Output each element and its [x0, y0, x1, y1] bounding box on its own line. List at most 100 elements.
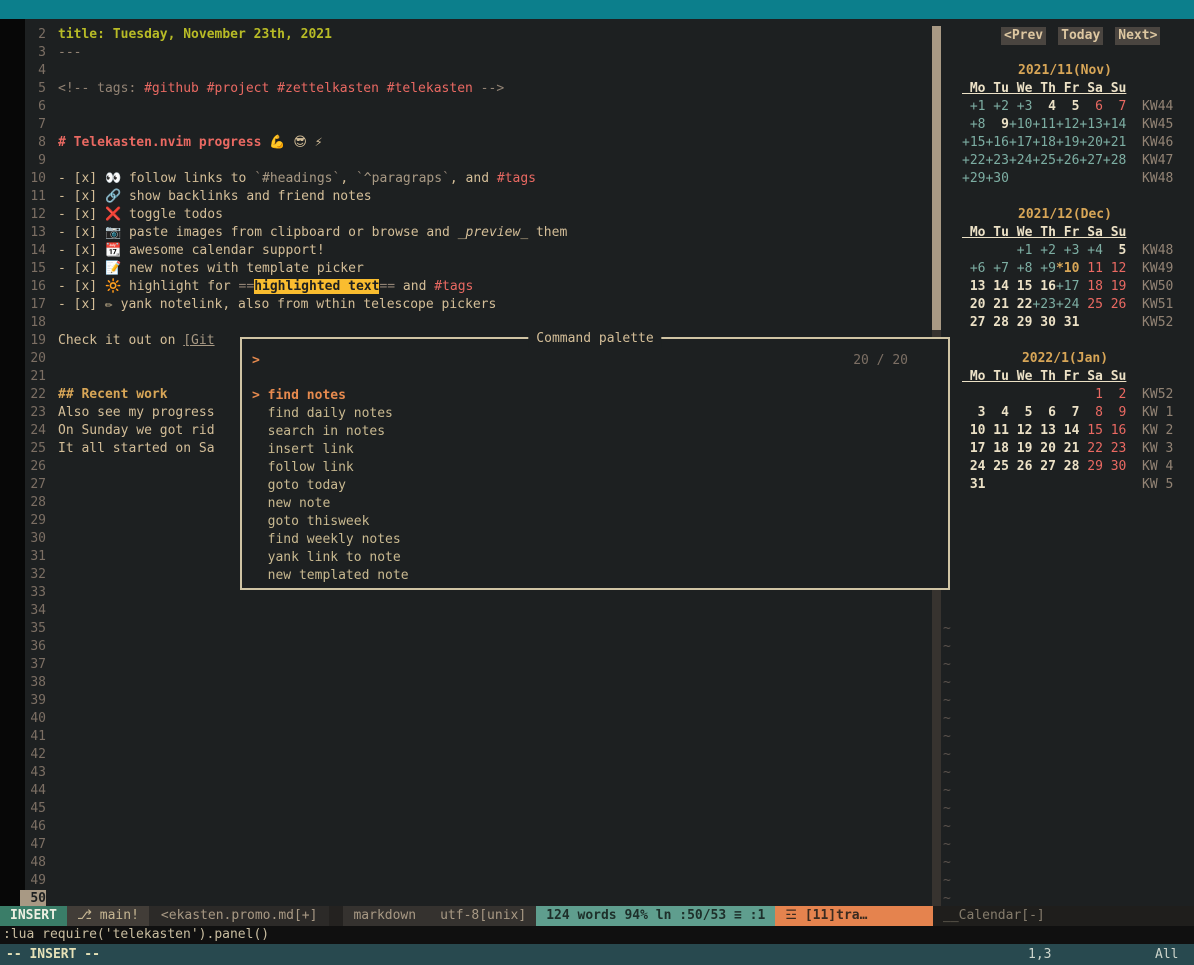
calendar-day[interactable]: 20: [962, 297, 985, 312]
calendar-day[interactable]: 26: [1103, 297, 1126, 312]
calendar-day[interactable]: 23: [1103, 441, 1126, 456]
calendar-day[interactable]: 25: [985, 459, 1008, 474]
calendar-day[interactable]: +10: [1009, 117, 1032, 132]
calendar-day[interactable]: 16: [1103, 423, 1126, 438]
editor-line[interactable]: ---: [58, 44, 81, 62]
calendar-day[interactable]: +8: [1009, 261, 1032, 276]
calendar-day[interactable]: 21: [1056, 441, 1079, 456]
calendar-prev-button[interactable]: <Prev: [1001, 27, 1046, 45]
calendar-day[interactable]: 25: [1079, 297, 1102, 312]
calendar-day[interactable]: 22: [1009, 297, 1032, 312]
editor-line[interactable]: On Sunday we got rid: [58, 422, 215, 440]
palette-item[interactable]: insert link: [252, 441, 938, 459]
calendar-day[interactable]: +12: [1056, 117, 1079, 132]
calendar-day[interactable]: 9: [1103, 405, 1126, 420]
calendar-day[interactable]: 4: [1032, 99, 1055, 114]
calendar-day[interactable]: 4: [985, 405, 1008, 420]
calendar-day[interactable]: +16: [985, 135, 1008, 150]
calendar-day[interactable]: +3: [1056, 243, 1079, 258]
palette-item[interactable]: follow link: [252, 459, 938, 477]
calendar-day[interactable]: 7: [1103, 99, 1126, 114]
calendar-day[interactable]: 1: [1079, 387, 1102, 402]
calendar-day[interactable]: +1: [1009, 243, 1032, 258]
calendar-day[interactable]: 19: [1103, 279, 1126, 294]
calendar-day[interactable]: 28: [985, 315, 1008, 330]
palette-item[interactable]: yank link to note: [252, 549, 938, 567]
calendar-day[interactable]: 13: [962, 279, 985, 294]
calendar-day[interactable]: +17: [1009, 135, 1032, 150]
calendar-day[interactable]: 14: [1056, 423, 1079, 438]
calendar-day[interactable]: +18: [1032, 135, 1055, 150]
calendar-day[interactable]: 2: [1103, 387, 1126, 402]
calendar-day[interactable]: +13: [1079, 117, 1102, 132]
editor-line[interactable]: - [x] 🔆 highlight for ==highlighted text…: [58, 278, 473, 296]
calendar-day[interactable]: 13: [1032, 423, 1055, 438]
calendar-day[interactable]: +22: [962, 153, 985, 168]
editor-line[interactable]: It all started on Sa: [58, 440, 215, 458]
calendar-day[interactable]: 6: [1032, 405, 1055, 420]
editor-line[interactable]: Check it out on [Git: [58, 332, 215, 350]
palette-item[interactable]: new note: [252, 495, 938, 513]
calendar-day[interactable]: +17: [1056, 279, 1079, 294]
calendar-day[interactable]: +27: [1079, 153, 1102, 168]
editor-line[interactable]: - [x] 🔗 show backlinks and friend notes: [58, 188, 372, 206]
calendar-day[interactable]: 24: [962, 459, 985, 474]
editor-line[interactable]: - [x] 📝 new notes with template picker: [58, 260, 364, 278]
calendar-day[interactable]: 26: [1009, 459, 1032, 474]
calendar-day[interactable]: 8: [1079, 405, 1102, 420]
calendar-day[interactable]: 5: [1103, 243, 1126, 258]
calendar-next-button[interactable]: Next>: [1115, 27, 1160, 45]
editor-line[interactable]: - [x] ✏ yank notelink, also from wthin t…: [58, 296, 496, 314]
calendar-day[interactable]: +19: [1056, 135, 1079, 150]
calendar-day[interactable]: +6: [962, 261, 985, 276]
calendar-day[interactable]: +24: [1056, 297, 1079, 312]
calendar-day[interactable]: 6: [1079, 99, 1102, 114]
calendar-day[interactable]: +11: [1032, 117, 1055, 132]
calendar-day[interactable]: +2: [1032, 243, 1055, 258]
palette-prompt[interactable]: > 20 / 20: [252, 352, 908, 370]
editor-line[interactable]: title: Tuesday, November 23th, 2021: [58, 26, 332, 44]
calendar-day[interactable]: 27: [962, 315, 985, 330]
editor-line[interactable]: - [x] 👀 follow links to `#headings`, `^p…: [58, 170, 536, 188]
calendar-day[interactable]: 17: [962, 441, 985, 456]
calendar-day[interactable]: *10: [1056, 261, 1079, 276]
palette-item[interactable]: goto today: [252, 477, 938, 495]
editor-line[interactable]: # Telekasten.nvim progress 💪 😎 ⚡: [58, 134, 323, 152]
calendar-day[interactable]: 31: [962, 477, 985, 492]
calendar-day[interactable]: 21: [985, 297, 1008, 312]
palette-item[interactable]: find weekly notes: [252, 531, 938, 549]
calendar-day[interactable]: 29: [1009, 315, 1032, 330]
calendar-day[interactable]: +23: [1032, 297, 1055, 312]
calendar-day[interactable]: +14: [1103, 117, 1126, 132]
palette-item[interactable]: new templated note: [252, 567, 938, 585]
editor-line[interactable]: - [x] ❌ toggle todos: [58, 206, 223, 224]
editor-line[interactable]: Also see my progress: [58, 404, 215, 422]
editor-line[interactable]: - [x] 📷 paste images from clipboard or b…: [58, 224, 567, 242]
calendar-day[interactable]: 3: [962, 405, 985, 420]
calendar-day[interactable]: 18: [1079, 279, 1102, 294]
editor-line[interactable]: ## Recent work: [58, 386, 168, 404]
calendar-day[interactable]: +1: [962, 99, 985, 114]
calendar-day[interactable]: 14: [985, 279, 1008, 294]
editor-line[interactable]: - [x] 📆 awesome calendar support!: [58, 242, 325, 260]
palette-item[interactable]: goto thisweek: [252, 513, 938, 531]
calendar-day[interactable]: +2: [985, 99, 1008, 114]
palette-item[interactable]: search in notes: [252, 423, 938, 441]
editor-line[interactable]: <!-- tags: #github #project #zettelkaste…: [58, 80, 504, 98]
calendar-today-button[interactable]: Today: [1058, 27, 1103, 45]
command-line[interactable]: :lua require('telekasten').panel(): [0, 926, 1194, 944]
calendar-day[interactable]: 5: [1056, 99, 1079, 114]
calendar-day[interactable]: 16: [1032, 279, 1055, 294]
calendar-day[interactable]: 27: [1032, 459, 1055, 474]
calendar-day[interactable]: 10: [962, 423, 985, 438]
calendar-day[interactable]: 15: [1009, 279, 1032, 294]
calendar-day[interactable]: 30: [1103, 459, 1126, 474]
calendar-day[interactable]: 31: [1056, 315, 1079, 330]
calendar-day[interactable]: +21: [1103, 135, 1126, 150]
calendar-day[interactable]: +7: [985, 261, 1008, 276]
calendar-day[interactable]: 5: [1009, 405, 1032, 420]
calendar-day[interactable]: +25: [1032, 153, 1055, 168]
calendar-day[interactable]: +29: [962, 171, 985, 186]
calendar-day[interactable]: 12: [1009, 423, 1032, 438]
calendar-day[interactable]: 19: [1009, 441, 1032, 456]
